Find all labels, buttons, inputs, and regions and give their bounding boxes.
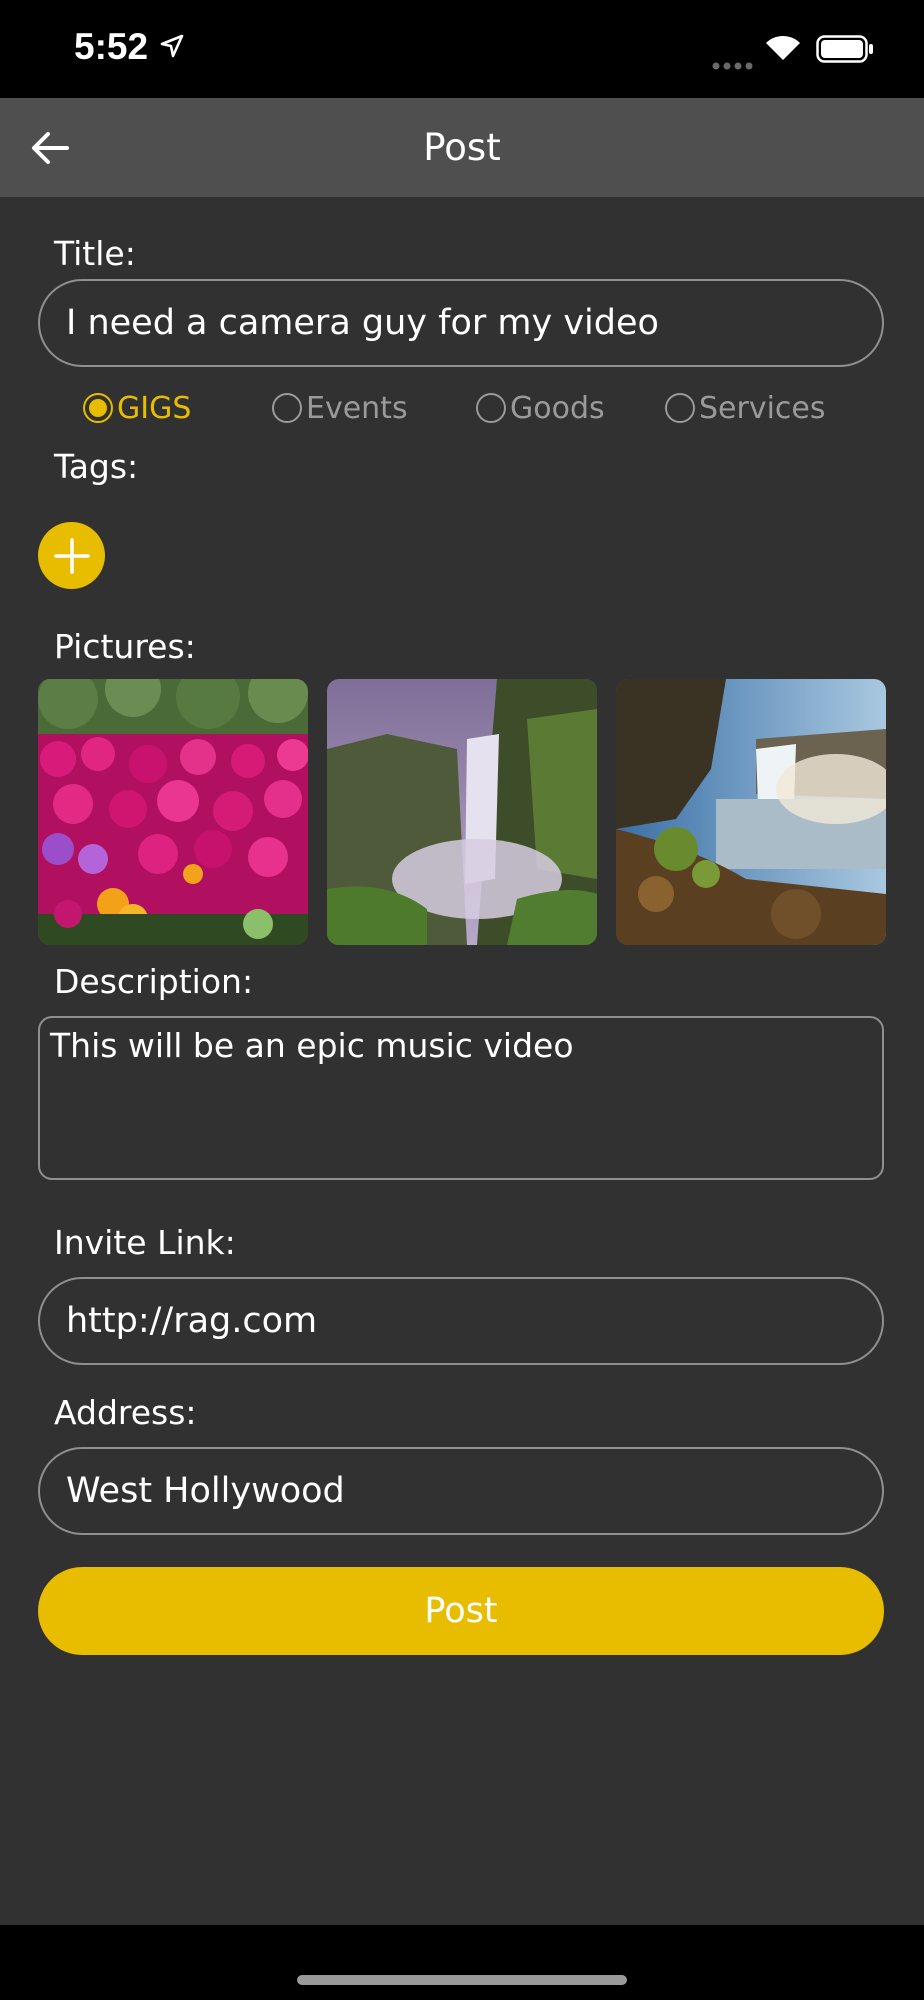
title-label: Title:	[54, 234, 136, 273]
radio-gigs-label: GIGS	[117, 390, 192, 426]
address-label: Address:	[54, 1393, 197, 1432]
radio-circle-icon	[476, 393, 506, 423]
address-value: West Hollywood	[66, 1471, 345, 1511]
picture-waterfall-rocks[interactable]	[616, 679, 886, 945]
home-indicator[interactable]	[297, 1975, 627, 1985]
description-value: This will be an epic music video	[50, 1026, 574, 1065]
invite-link-label: Invite Link:	[54, 1223, 236, 1262]
radio-circle-icon	[83, 393, 113, 423]
picture-flowers[interactable]	[38, 679, 308, 945]
title-input-value: I need a camera guy for my video	[66, 303, 659, 343]
add-tag-button[interactable]	[38, 522, 105, 589]
status-time: 5:52	[74, 26, 149, 67]
radio-events[interactable]: Events	[272, 385, 408, 431]
pictures-label: Pictures:	[54, 627, 196, 666]
address-input[interactable]: West Hollywood	[38, 1447, 884, 1535]
radio-gigs[interactable]: GIGS	[83, 385, 191, 431]
radio-goods-label: Goods	[510, 390, 605, 426]
plus-icon	[53, 537, 90, 574]
nav-bar: Post	[0, 98, 924, 197]
signal-dots-icon	[712, 55, 754, 74]
radio-services[interactable]: Services	[665, 385, 826, 431]
battery-icon	[816, 35, 874, 67]
description-label: Description:	[54, 962, 254, 1001]
invite-link-value: http://rag.com	[66, 1301, 318, 1341]
wifi-icon	[764, 34, 802, 66]
category-radio-group: GIGS Events Goods Services	[0, 385, 924, 431]
radio-services-label: Services	[699, 390, 826, 426]
title-input[interactable]: I need a camera guy for my video	[38, 279, 884, 367]
post-form: Title: I need a camera guy for my video …	[0, 197, 924, 1925]
location-arrow-icon	[160, 34, 184, 62]
post-button[interactable]: Post	[38, 1567, 884, 1655]
tags-label: Tags:	[54, 447, 139, 486]
radio-events-label: Events	[306, 390, 408, 426]
radio-circle-icon	[272, 393, 302, 423]
picture-waterfall[interactable]	[327, 679, 597, 945]
invite-link-input[interactable]: http://rag.com	[38, 1277, 884, 1365]
back-arrow-icon	[32, 132, 69, 164]
radio-goods[interactable]: Goods	[476, 385, 605, 431]
description-textarea[interactable]: This will be an epic music video	[38, 1016, 884, 1180]
post-button-label: Post	[424, 1591, 498, 1631]
back-button[interactable]	[22, 120, 78, 176]
radio-circle-icon	[665, 393, 695, 423]
page-title: Post	[423, 126, 501, 169]
status-bar: 5:52	[0, 0, 924, 98]
